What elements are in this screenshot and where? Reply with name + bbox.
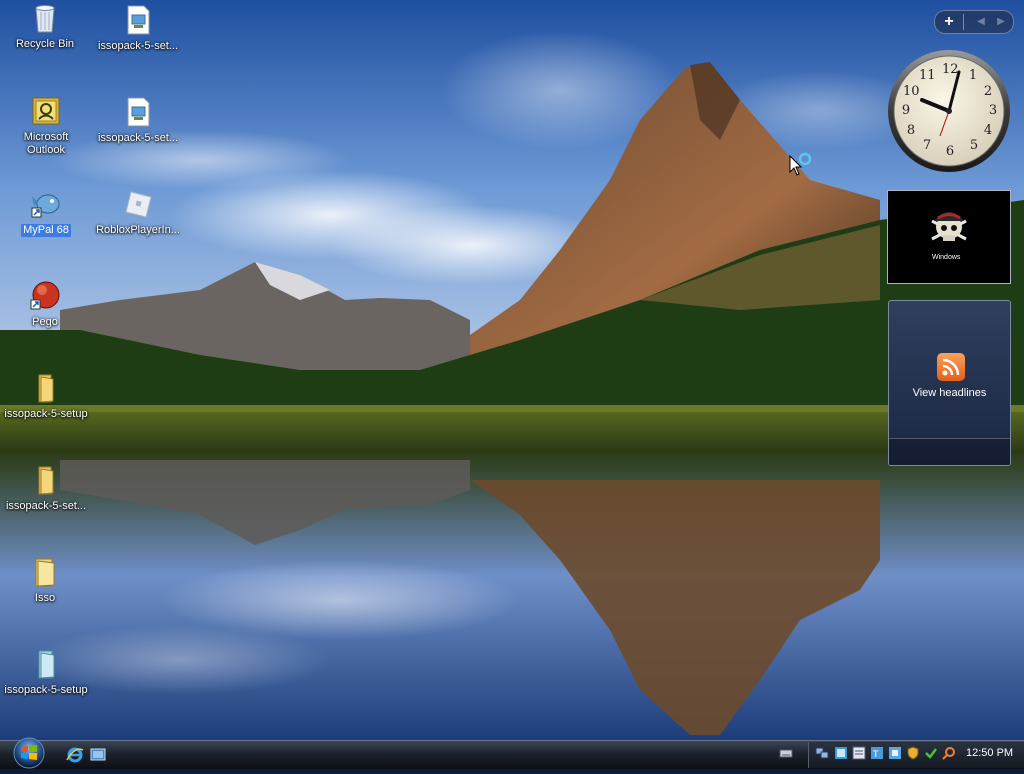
shield-icon[interactable]: [906, 746, 920, 760]
sidebar-controls: + ◀ ▶: [934, 10, 1014, 34]
installer-file-icon: [122, 4, 154, 36]
clock-numeral: 12: [942, 62, 959, 77]
app-icon[interactable]: T: [870, 746, 884, 760]
network-icon[interactable]: [815, 746, 829, 760]
folder-icon: [30, 372, 62, 404]
search-icon[interactable]: [942, 746, 956, 760]
folder-icon: [30, 464, 62, 496]
desktop-icon-label: issopack-5-set...: [97, 40, 179, 52]
clock-numeral: 6: [945, 144, 955, 159]
pirate-skull-image: [931, 212, 967, 241]
add-gadget-button[interactable]: +: [935, 11, 963, 33]
rss-icon: [937, 353, 965, 381]
clock-numeral: 7: [922, 138, 932, 153]
desktop-icon-label: Recycle Bin: [15, 38, 75, 50]
clock-numeral: 10: [903, 84, 920, 99]
desktop-icon-label: issopack-5-setup: [4, 684, 88, 696]
clock-numeral: 3: [988, 103, 998, 118]
desktop-icon-label: Pego: [32, 316, 58, 328]
recycle-bin-icon: [29, 2, 61, 34]
app-icon[interactable]: [852, 746, 866, 760]
desktop-icon-label: issopack-5-setup: [4, 408, 88, 420]
desktop-icon-isso-folder[interactable]: Isso: [0, 556, 90, 605]
next-gadget-page-button[interactable]: ▶: [991, 11, 1011, 33]
desktop-icon-pego[interactable]: Pego: [0, 280, 90, 329]
roblox-icon: [122, 188, 154, 220]
pego-icon: [29, 280, 61, 312]
view-headlines-link[interactable]: View headlines: [889, 387, 1010, 399]
previous-gadget-page-button[interactable]: ◀: [971, 11, 991, 33]
clock-numeral: 2: [983, 84, 993, 99]
show-desktop-icon[interactable]: [89, 746, 107, 764]
clock-numeral: 1: [968, 68, 978, 83]
clock-numeral: 11: [919, 68, 936, 83]
slideshow-caption: Windows: [932, 254, 961, 261]
desktop-icon-issopack-2[interactable]: issopack-5-set...: [93, 96, 183, 145]
internet-explorer-icon[interactable]: [66, 746, 84, 764]
feed-gadget-footer: [889, 438, 1010, 465]
desktop-icon-label: Isso: [34, 592, 56, 604]
clock-numeral: 4: [983, 123, 993, 138]
desktop-icon-recycle-bin[interactable]: Recycle Bin: [0, 2, 90, 51]
desktop-icon-mypal[interactable]: MyPal 68: [1, 188, 91, 237]
desktop-icon-issopack-folder-1[interactable]: issopack-5-setup: [1, 372, 91, 421]
clock-numeral: 8: [906, 123, 916, 138]
app-icon[interactable]: [888, 746, 902, 760]
feed-headlines-gadget[interactable]: View headlines: [888, 300, 1011, 466]
clock-gadget[interactable]: 12 1 2 3 4 5 6 7 8 9 10 11: [886, 48, 1012, 174]
folder-icon: [29, 556, 61, 588]
svg-text:T: T: [872, 750, 879, 760]
desktop-icon-label: MyPal 68: [21, 224, 71, 237]
installer-icon: [30, 648, 62, 680]
desktop-icon-label: RobloxPlayerIn...: [96, 224, 180, 236]
desktop-icon-issopack-1[interactable]: issopack-5-set...: [93, 4, 183, 53]
mouse-cursor: [789, 150, 815, 178]
check-icon[interactable]: [924, 746, 938, 760]
keyboard-icon[interactable]: [779, 746, 793, 760]
desktop-icon-roblox[interactable]: RobloxPlayerIn...: [93, 188, 183, 237]
desktop-icon-label: issopack-5-set...: [97, 132, 179, 144]
desktop-icon-issopack-folder-2[interactable]: issopack-5-set...: [1, 464, 91, 513]
mypal-icon: [30, 188, 62, 220]
desktop-icon-outlook[interactable]: Microsoft Outlook: [1, 95, 91, 157]
start-button[interactable]: [8, 735, 50, 769]
taskbar-clock[interactable]: 12:50 PM: [966, 747, 1013, 759]
desktop-icon-label: issopack-5-set...: [5, 500, 87, 512]
divider: [963, 14, 964, 30]
outlook-icon: [30, 95, 62, 127]
desktop-icon-label: Microsoft Outlook: [23, 131, 69, 156]
clock-numeral: 5: [969, 138, 979, 153]
desktop-icon-issopack-installer[interactable]: issopack-5-setup: [1, 648, 91, 697]
clock-numeral: 9: [901, 103, 911, 118]
slideshow-gadget[interactable]: Windows: [887, 190, 1011, 284]
installer-file-icon: [122, 96, 154, 128]
app-icon[interactable]: [834, 746, 848, 760]
